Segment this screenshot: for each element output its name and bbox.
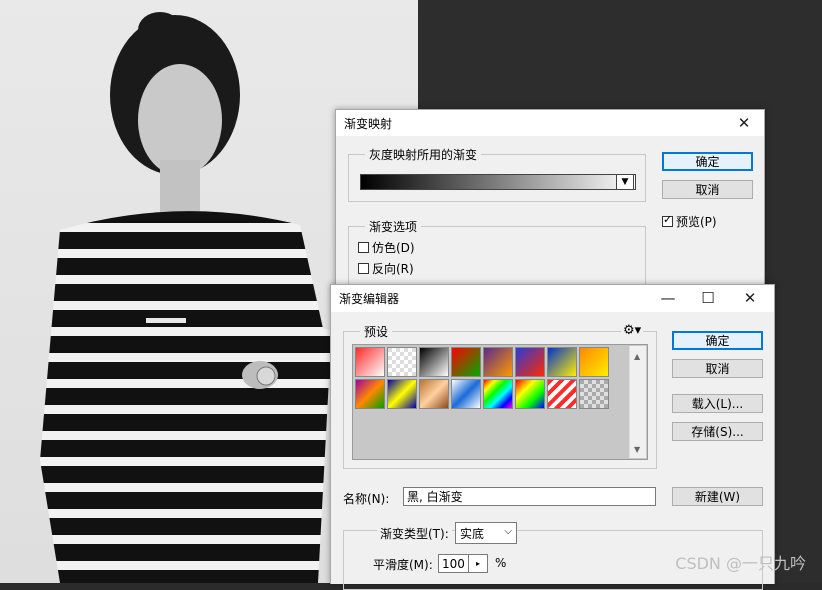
ok-button[interactable]: 确定 [662, 152, 753, 171]
chevron-down-icon: ⌵ [504, 526, 512, 537]
reverse-label: 反向(R) [372, 262, 414, 276]
gradient-preset-swatch[interactable] [387, 379, 417, 409]
gradient-preset-swatch[interactable] [355, 379, 385, 409]
gradient-preset-swatch[interactable] [515, 347, 545, 377]
gradient-preset-swatch[interactable] [387, 347, 417, 377]
gear-icon[interactable]: ⚙▾ [621, 323, 644, 338]
cancel-button[interactable]: 取消 [662, 180, 753, 199]
gradient-map-titlebar: 渐变映射 ✕ [336, 110, 764, 136]
presets-label: 预设 [360, 323, 393, 340]
gradient-preset-swatch[interactable] [547, 347, 577, 377]
gradient-preset-swatch[interactable] [451, 347, 481, 377]
maximize-icon[interactable]: ☐ [688, 285, 728, 311]
cancel-button[interactable]: 取消 [672, 359, 763, 378]
watermark: CSDN @一只九吟 [675, 554, 806, 573]
gradient-preset-swatch[interactable] [515, 379, 545, 409]
load-button[interactable]: 载入(L)... [672, 394, 763, 413]
gradient-type-value: 实底 [460, 526, 485, 541]
preset-scrollbar[interactable]: ▲ ▼ [629, 346, 646, 458]
gradient-type-label: 渐变类型(T): [377, 525, 452, 542]
gradient-preset-swatch[interactable] [579, 379, 609, 409]
save-button[interactable]: 存储(S)... [672, 422, 763, 441]
minimize-icon[interactable]: — [648, 285, 688, 311]
gradient-type-select[interactable]: 实底 ⌵ [455, 522, 517, 544]
name-input[interactable]: 黑, 白渐变 [403, 487, 656, 506]
chevron-down-icon[interactable]: ▼ [616, 174, 634, 190]
gradient-editor-titlebar: 渐变编辑器 — ☐ ✕ [331, 285, 774, 312]
gradient-preset-swatch[interactable] [355, 347, 385, 377]
gradient-preset-swatch[interactable] [451, 379, 481, 409]
reverse-checkbox[interactable]: 反向(R) [358, 260, 414, 277]
preset-swatches-panel: ▲ ▼ [352, 344, 648, 460]
gradient-map-dialog: 渐变映射 ✕ 灰度映射所用的渐变 ▼ 渐变选项 仿色(D) 反向(R) 确定 取… [335, 109, 765, 316]
preview-checkbox-box[interactable] [662, 213, 673, 227]
gradient-preset-swatch[interactable] [547, 379, 577, 409]
gradient-preset-swatch[interactable] [483, 379, 513, 409]
reverse-checkbox-box[interactable] [358, 263, 369, 274]
preview-checkbox[interactable]: 预览(P) [662, 213, 717, 230]
name-label: 名称(N): [343, 492, 390, 506]
gradient-editor-dialog: 渐变编辑器 — ☐ ✕ 预设 ⚙▾ ▲ ▼ 确定 取消 载入(L)... 存储(… [330, 284, 775, 590]
gradient-used-label: 灰度映射所用的渐变 [365, 146, 482, 163]
smoothness-input[interactable]: 100 [438, 554, 468, 573]
gradient-preset-swatch[interactable] [419, 347, 449, 377]
ok-button[interactable]: 确定 [672, 331, 763, 350]
dither-checkbox-box[interactable] [358, 242, 369, 253]
dither-label: 仿色(D) [372, 241, 415, 255]
smoothness-unit: % [495, 556, 507, 570]
gradient-map-title: 渐变映射 [344, 117, 393, 131]
smoothness-stepper[interactable]: ▸ [468, 554, 488, 573]
new-button[interactable]: 新建(W) [672, 487, 763, 506]
preview-label: 预览(P) [676, 215, 717, 229]
close-icon[interactable]: ✕ [724, 110, 764, 136]
scroll-up-icon[interactable]: ▲ [634, 352, 640, 361]
smoothness-label: 平滑度(M): [373, 558, 433, 572]
gradient-preset-swatch[interactable] [579, 347, 609, 377]
dither-checkbox[interactable]: 仿色(D) [358, 239, 415, 256]
gradient-editor-title: 渐变编辑器 [339, 292, 400, 306]
close-icon[interactable]: ✕ [730, 285, 770, 311]
gradient-preset-swatch[interactable] [483, 347, 513, 377]
gradient-options-label: 渐变选项 [365, 218, 422, 235]
scroll-down-icon[interactable]: ▼ [634, 445, 640, 454]
gradient-preview-bar[interactable] [360, 174, 636, 190]
gradient-preset-swatch[interactable] [419, 379, 449, 409]
